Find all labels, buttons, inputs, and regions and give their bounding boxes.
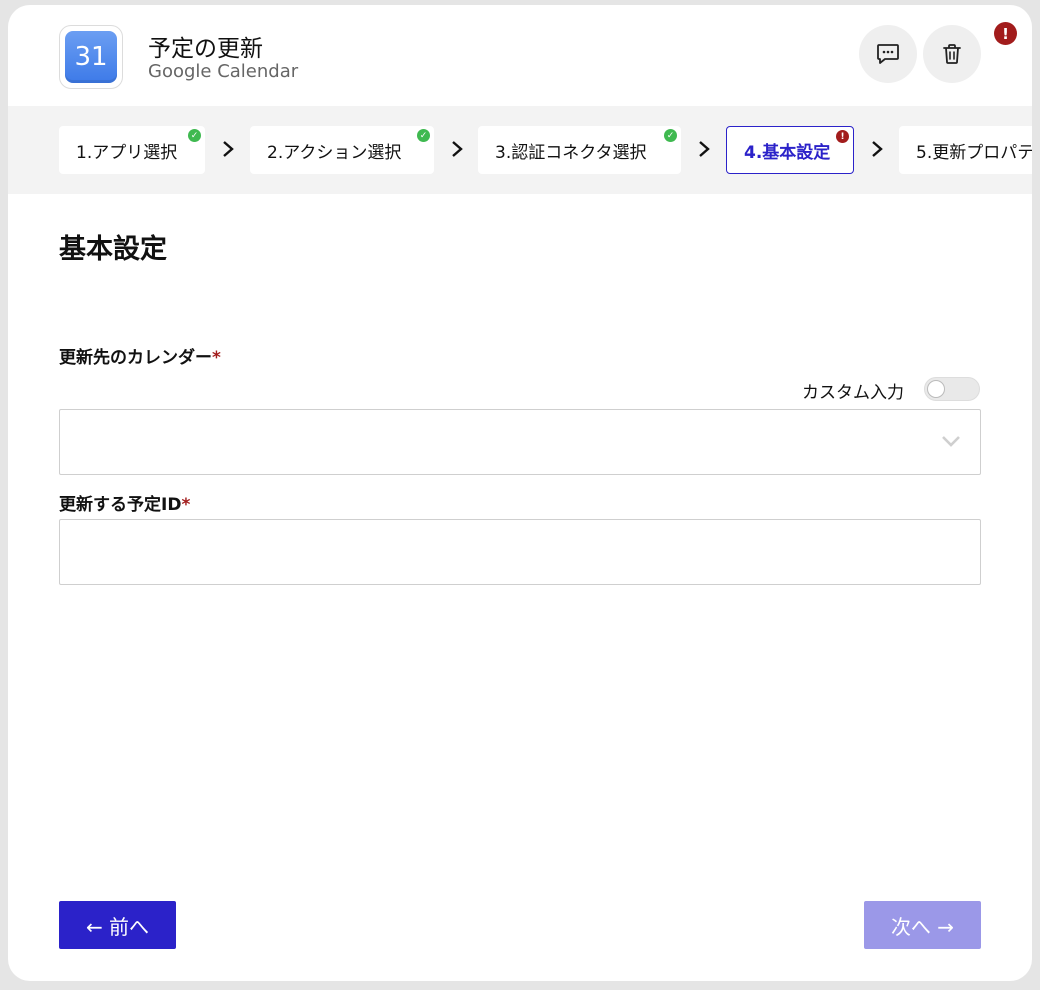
chevron-right-icon bbox=[223, 141, 234, 157]
trash-icon bbox=[943, 44, 961, 64]
calendar-select[interactable] bbox=[59, 409, 981, 475]
delete-button[interactable] bbox=[923, 25, 981, 83]
google-calendar-app-icon: 31 bbox=[59, 25, 123, 89]
step-label: 5.更新プロパティ bbox=[916, 142, 1032, 163]
step-basic-settings[interactable]: 4.基本設定 ! bbox=[726, 126, 854, 174]
required-mark: * bbox=[181, 495, 191, 515]
required-mark: * bbox=[212, 348, 221, 368]
section-title: 基本設定 bbox=[59, 234, 167, 265]
page-title: 予定の更新 bbox=[148, 36, 263, 62]
chevron-right-icon bbox=[452, 141, 463, 157]
check-icon: ✓ bbox=[664, 129, 677, 142]
app-name: Google Calendar bbox=[148, 61, 299, 82]
step-label: 1.アプリ選択 bbox=[76, 142, 178, 163]
event-id-label-text: 更新する予定ID bbox=[59, 495, 182, 515]
next-button[interactable]: 次へ → bbox=[864, 901, 981, 949]
step-action-selection[interactable]: 2.アクション選択 ✓ bbox=[250, 126, 434, 174]
event-id-input[interactable] bbox=[60, 520, 980, 584]
alert-badge[interactable]: ! bbox=[994, 22, 1017, 45]
chevron-right-icon bbox=[872, 141, 883, 157]
step-progress-bar: 1.アプリ選択 ✓ 2.アクション選択 ✓ 3.認証コネクタ選択 ✓ 4.基本設… bbox=[8, 106, 1032, 194]
step-label: 2.アクション選択 bbox=[267, 142, 402, 163]
calendar-icon: 31 bbox=[65, 31, 117, 83]
step-auth-connector-selection[interactable]: 3.認証コネクタ選択 ✓ bbox=[478, 126, 681, 174]
comment-icon bbox=[877, 44, 899, 64]
calendar-field-label: 更新先のカレンダー* bbox=[59, 343, 221, 368]
step-update-properties[interactable]: 5.更新プロパティ bbox=[899, 126, 1032, 174]
step-label: 4.基本設定 bbox=[744, 142, 831, 163]
calendar-label-text: 更新先のカレンダー bbox=[59, 348, 212, 368]
comment-button[interactable] bbox=[859, 25, 917, 83]
chevron-down-icon bbox=[942, 436, 960, 447]
chevron-right-icon bbox=[699, 141, 710, 157]
step-app-selection[interactable]: 1.アプリ選択 ✓ bbox=[59, 126, 205, 174]
check-icon: ✓ bbox=[417, 129, 430, 142]
step-label: 3.認証コネクタ選択 bbox=[495, 142, 647, 163]
custom-input-label: カスタム入力 bbox=[802, 383, 904, 403]
toggle-knob bbox=[927, 380, 945, 398]
event-id-input-box bbox=[59, 519, 981, 585]
error-icon: ! bbox=[836, 130, 849, 143]
previous-button[interactable]: ← 前へ bbox=[59, 901, 176, 949]
card-panel: 31 予定の更新 Google Calendar ! 1.アプリ選択 ✓ 2.ア… bbox=[8, 5, 1032, 981]
check-icon: ✓ bbox=[188, 129, 201, 142]
custom-input-toggle[interactable] bbox=[924, 377, 980, 401]
event-id-field-label: 更新する予定ID* bbox=[59, 490, 190, 515]
